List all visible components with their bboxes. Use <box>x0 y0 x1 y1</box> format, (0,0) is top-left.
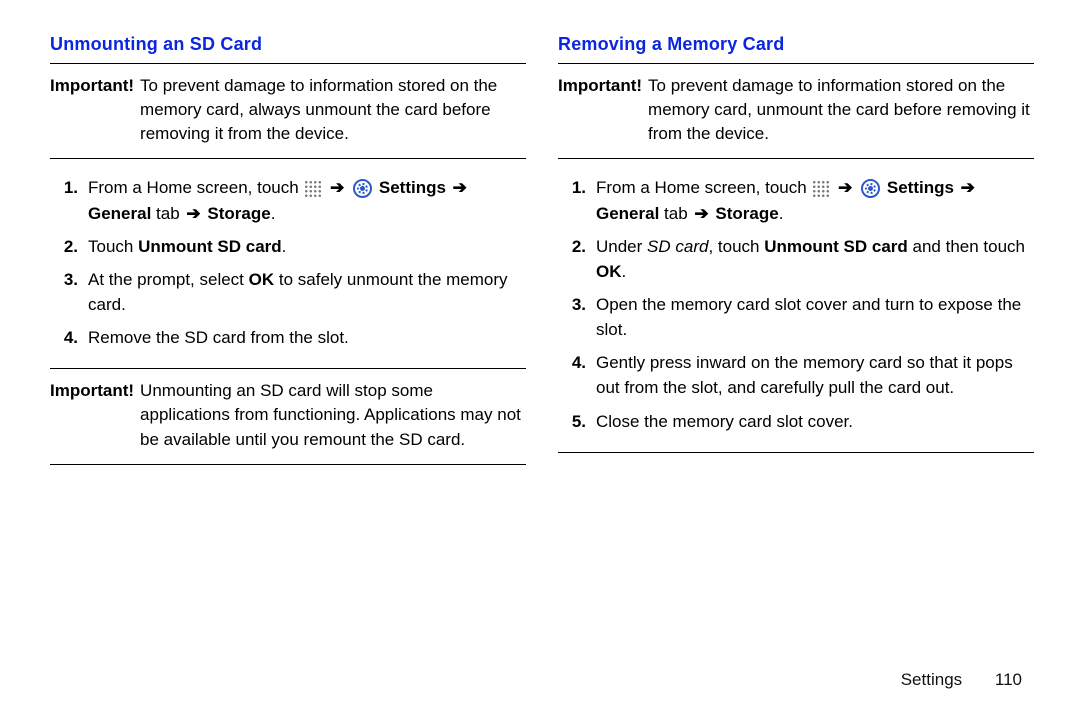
right-column: Removing a Memory Card Important! To pre… <box>558 34 1034 475</box>
step-item: 1. From a Home screen, touch ➔ Settings … <box>50 173 526 231</box>
arrow-icon: ➔ <box>184 204 202 223</box>
text: From a Home screen, touch <box>596 178 811 197</box>
important-note: Important! To prevent damage to informat… <box>558 74 1034 152</box>
text-bold: Storage <box>715 204 778 223</box>
text: tab <box>151 204 184 223</box>
text: , touch <box>708 237 764 256</box>
step-item: 2. Under SD card, touch Unmount SD card … <box>558 232 1034 290</box>
text: Touch <box>88 237 138 256</box>
step-item: 2. Touch Unmount SD card. <box>50 232 526 265</box>
step-item: 5. Close the memory card slot cover. <box>558 407 1034 440</box>
divider <box>558 452 1034 453</box>
text-bold: General <box>596 204 659 223</box>
text-bold: OK <box>249 270 275 289</box>
step-text: Under SD card, touch Unmount SD card and… <box>596 234 1034 284</box>
text: At the prompt, select <box>88 270 249 289</box>
text-bold: General <box>88 204 151 223</box>
step-text: Touch Unmount SD card. <box>88 234 526 259</box>
step-number: 4. <box>50 325 88 350</box>
text-bold: Unmount SD card <box>764 237 908 256</box>
step-number: 2. <box>50 234 88 259</box>
step-text: At the prompt, select OK to safely unmou… <box>88 267 526 317</box>
step-number: 3. <box>558 292 596 317</box>
important-note: Important! Unmounting an SD card will st… <box>50 379 526 457</box>
arrow-icon: ➔ <box>451 178 469 197</box>
important-text: To prevent damage to information stored … <box>648 74 1034 146</box>
page-two-column: Unmounting an SD Card Important! To prev… <box>0 0 1080 475</box>
step-text: Close the memory card slot cover. <box>596 409 1034 434</box>
arrow-icon: ➔ <box>836 178 854 197</box>
step-item: 3. Open the memory card slot cover and t… <box>558 290 1034 348</box>
step-text: Gently press inward on the memory card s… <box>596 350 1034 400</box>
arrow-icon: ➔ <box>328 178 346 197</box>
text-bold: Unmount SD card <box>138 237 282 256</box>
divider <box>50 63 526 64</box>
apps-grid-icon <box>812 180 830 198</box>
step-number: 1. <box>558 175 596 200</box>
divider <box>50 158 526 159</box>
divider <box>50 368 526 369</box>
text: Under <box>596 237 647 256</box>
section-title-left: Unmounting an SD Card <box>50 34 526 55</box>
arrow-icon: ➔ <box>959 178 977 197</box>
footer-page-number: 110 <box>995 670 1022 689</box>
step-number: 1. <box>50 175 88 200</box>
settings-gear-icon <box>353 179 372 198</box>
important-text: To prevent damage to information stored … <box>140 74 526 146</box>
page-footer: Settings 110 <box>901 670 1022 690</box>
step-text: Remove the SD card from the slot. <box>88 325 526 350</box>
step-item: 4. Gently press inward on the memory car… <box>558 348 1034 406</box>
text: . <box>622 262 627 281</box>
important-label: Important! <box>50 74 140 98</box>
step-item: 3. At the prompt, select OK to safely un… <box>50 265 526 323</box>
divider <box>558 63 1034 64</box>
important-note: Important! To prevent damage to informat… <box>50 74 526 152</box>
section-title-right: Removing a Memory Card <box>558 34 1034 55</box>
step-text: Open the memory card slot cover and turn… <box>596 292 1034 342</box>
footer-section: Settings <box>901 670 962 689</box>
text: . <box>282 237 287 256</box>
step-number: 3. <box>50 267 88 292</box>
text: . <box>779 204 784 223</box>
text-bold: Storage <box>207 204 270 223</box>
text: From a Home screen, touch <box>88 178 303 197</box>
step-number: 5. <box>558 409 596 434</box>
important-label: Important! <box>558 74 648 98</box>
step-text: From a Home screen, touch ➔ Settings ➔ G… <box>88 175 526 225</box>
text: . <box>271 204 276 223</box>
step-number: 4. <box>558 350 596 375</box>
text-bold: Settings <box>887 178 954 197</box>
text: tab <box>659 204 692 223</box>
important-text: Unmounting an SD card will stop some app… <box>140 379 526 451</box>
settings-gear-icon <box>861 179 880 198</box>
important-label: Important! <box>50 379 140 403</box>
step-text: From a Home screen, touch ➔ Settings ➔ G… <box>596 175 1034 225</box>
arrow-icon: ➔ <box>692 204 710 223</box>
step-item: 1. From a Home screen, touch ➔ Settings … <box>558 173 1034 231</box>
divider <box>558 158 1034 159</box>
step-item: 4. Remove the SD card from the slot. <box>50 323 526 356</box>
text: and then touch <box>908 237 1025 256</box>
text-italic: SD card <box>647 237 708 256</box>
step-number: 2. <box>558 234 596 259</box>
apps-grid-icon <box>304 180 322 198</box>
steps-list: 1. From a Home screen, touch ➔ Settings … <box>50 169 526 362</box>
steps-list: 1. From a Home screen, touch ➔ Settings … <box>558 169 1034 445</box>
left-column: Unmounting an SD Card Important! To prev… <box>50 34 526 475</box>
text-bold: OK <box>596 262 622 281</box>
text-bold: Settings <box>379 178 446 197</box>
divider <box>50 464 526 465</box>
